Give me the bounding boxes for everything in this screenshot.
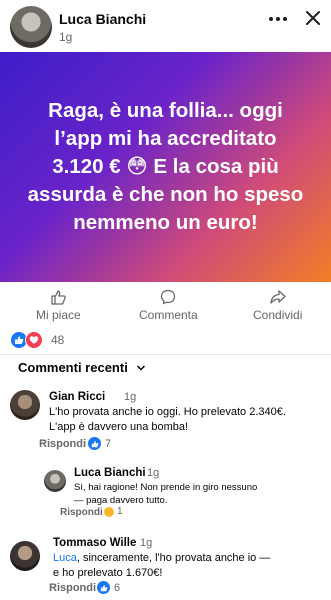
close-icon[interactable] — [302, 7, 324, 29]
post-time[interactable]: 1g — [59, 30, 72, 44]
commenter-name[interactable]: Gian Ricci — [49, 391, 105, 403]
share-label: Condividi — [253, 308, 303, 322]
like-button[interactable]: Mi piace — [36, 289, 81, 322]
commenter-avatar[interactable] — [10, 390, 40, 420]
comment-reactions[interactable]: 1 — [104, 506, 123, 517]
like-label: Mi piace — [36, 308, 81, 322]
thumbs-up-icon — [51, 290, 67, 305]
author-avatar[interactable] — [10, 6, 52, 48]
comments-sort-dropdown[interactable]: Commenti recenti — [18, 360, 146, 375]
comment-reactions[interactable]: 6 — [97, 581, 120, 594]
reply-button[interactable]: Rispondi — [39, 438, 86, 450]
chevron-down-icon — [136, 364, 145, 371]
comment-reaction-count: 6 — [114, 581, 121, 594]
more-options-icon[interactable] — [268, 12, 288, 26]
share-arrow-icon — [270, 290, 286, 304]
comment-bubble-icon — [161, 289, 176, 305]
commenter-avatar[interactable] — [44, 470, 66, 492]
user-mention[interactable]: Luca — [53, 552, 77, 564]
reply-button[interactable]: Rispondi — [60, 507, 103, 518]
comment-time: 1g — [147, 467, 160, 479]
reactions-count: 48 — [51, 333, 65, 347]
comment-text-body: , sinceramente, l'ho provata anche io — … — [53, 552, 271, 579]
commenter-avatar[interactable] — [10, 541, 40, 571]
comment-time: 1g — [124, 391, 137, 403]
post-header: Luca Bianchi 1g — [0, 0, 331, 52]
reactions-summary[interactable]: 48 — [10, 331, 64, 349]
post-actions: Mi piace Commenta Condividi — [0, 283, 331, 325]
comment-time: 1g — [140, 537, 153, 549]
post-text: Raga, è una follia... oggi l’app mi ha a… — [27, 99, 304, 234]
comments-sort-label: Commenti recenti — [18, 360, 128, 375]
reply-button[interactable]: Rispondi — [49, 582, 96, 594]
comment-button[interactable]: Commenta — [139, 289, 198, 322]
care-reaction-icon — [104, 506, 114, 517]
love-reaction-icon — [25, 331, 43, 349]
like-reaction-icon — [97, 581, 110, 594]
share-button[interactable]: Condividi — [253, 289, 302, 322]
comment-reaction-count: 1 — [117, 506, 123, 517]
author-name[interactable]: Luca Bianchi — [59, 11, 146, 27]
commenter-name[interactable]: Tommaso Wille — [53, 537, 136, 549]
comment-text: Sì, hai ragione! Non prende in giro ness… — [74, 482, 258, 506]
comment-label: Commenta — [139, 308, 198, 322]
divider — [0, 354, 331, 355]
comment-reactions[interactable]: 7 — [88, 437, 111, 450]
like-reaction-icon — [88, 437, 101, 450]
comment-text: L'ho provata anche io oggi. Ho prelevato… — [49, 406, 286, 433]
post-banner: Raga, è una follia... oggi l’app mi ha a… — [0, 52, 331, 282]
comment-text: Luca, sinceramente, l'ho provata anche i… — [53, 551, 270, 581]
comment-reaction-count: 7 — [105, 437, 112, 450]
commenter-name[interactable]: Luca Bianchi — [74, 467, 146, 479]
